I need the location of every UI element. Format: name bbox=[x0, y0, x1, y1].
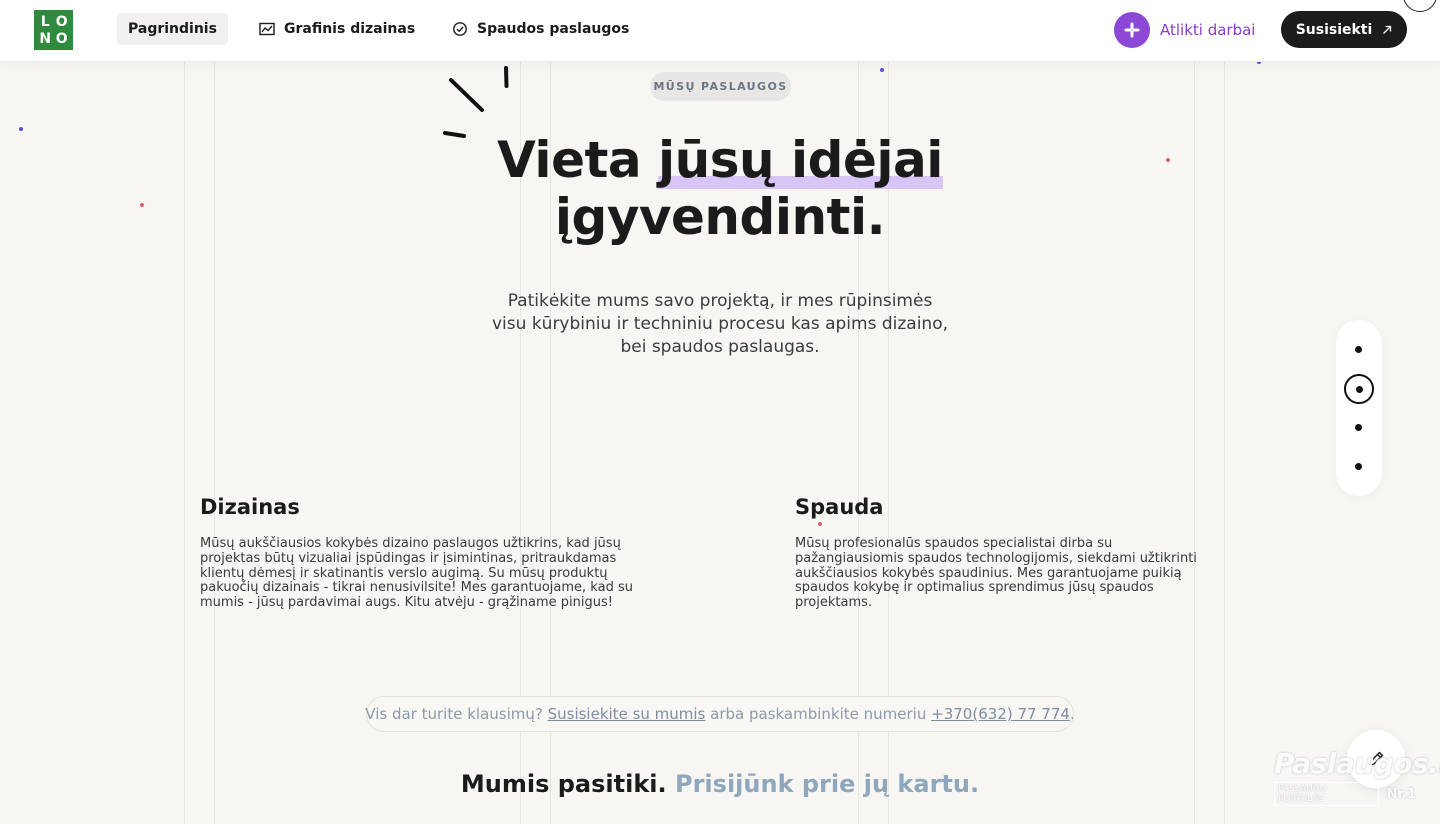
logo-letter: N bbox=[39, 30, 52, 47]
site-header: L O N O Pagrindinis Grafinis dizainas Sp… bbox=[0, 0, 1440, 62]
nav-item-print-services[interactable]: Spaudos paslaugos bbox=[452, 13, 629, 45]
grid-line bbox=[214, 62, 215, 824]
section-badge: MŪSŲ PASLAUGOS bbox=[650, 72, 791, 101]
cta-text: Vis dar turite klausimų? bbox=[365, 705, 548, 723]
trust-heading-part2: Prisijūnk prie jų kartu. bbox=[675, 770, 980, 798]
decor-dot bbox=[880, 68, 884, 72]
trust-heading-part1: Mumis pasitiki. bbox=[460, 770, 667, 798]
check-circle-icon bbox=[453, 22, 467, 36]
watermark-nr: Nr.1 bbox=[1386, 786, 1416, 802]
pager-dot[interactable] bbox=[1355, 424, 1362, 431]
service-text-print: Mūsų profesionalūs spaudos specialistai … bbox=[795, 536, 1197, 611]
slack-icon bbox=[1114, 12, 1150, 48]
logo-letter: O bbox=[55, 13, 68, 30]
decor-dot bbox=[1166, 158, 1170, 162]
grid-line bbox=[1194, 62, 1195, 824]
pager-dot[interactable] bbox=[1355, 463, 1362, 470]
contact-button[interactable]: Susisiekti bbox=[1281, 11, 1407, 48]
grid-line bbox=[1224, 62, 1225, 824]
watermark-sub: PASLAUGŲ PORTALAS bbox=[1274, 782, 1379, 806]
service-title-design: Dizainas bbox=[200, 495, 300, 519]
nav-item-graphic-design[interactable]: Grafinis dizainas bbox=[259, 13, 415, 45]
nav-label: Grafinis dizainas bbox=[284, 21, 416, 37]
service-title-print: Spauda bbox=[795, 495, 884, 519]
trust-heading: Mumis pasitiki. Prisijūnk prie jų kartu. bbox=[0, 770, 1440, 798]
works-label: Atlikti darbai bbox=[1160, 21, 1256, 39]
logo-letter: O bbox=[55, 30, 68, 47]
contact-cta-bar: Vis dar turite klausimų? Susisiekite su … bbox=[365, 696, 1075, 732]
decor-dot bbox=[19, 127, 23, 131]
hero-subtitle: Patikėkite mums savo projektą, ir mes rū… bbox=[492, 291, 948, 357]
nav-label: Pagrindinis bbox=[128, 21, 217, 37]
grid-line bbox=[184, 62, 185, 824]
watermark-main: Paslaugos.lt bbox=[1274, 747, 1440, 780]
nav-item-home[interactable]: Pagrindinis bbox=[117, 13, 228, 45]
chart-icon bbox=[259, 22, 275, 36]
decor-dot bbox=[140, 203, 144, 207]
hero-title-end: įgyvendinti. bbox=[554, 188, 886, 246]
cta-text: arba paskambinkite numeriu bbox=[705, 705, 932, 723]
logo[interactable]: L O N O bbox=[34, 10, 73, 50]
hero-title-start: Vieta bbox=[497, 131, 659, 189]
pager-dot-active[interactable] bbox=[1344, 374, 1374, 404]
works-link[interactable]: Atlikti darbai bbox=[1114, 12, 1255, 48]
service-text-design: Mūsų aukščiausios kokybės dizaino paslau… bbox=[200, 536, 633, 611]
phone-link[interactable]: +370(632) 77 774 bbox=[931, 705, 1070, 723]
watermark: Paslaugos.lt PASLAUGŲ PORTALAS Nr.1 bbox=[1274, 747, 1440, 806]
section-pager bbox=[1336, 320, 1382, 496]
hero-title: Vieta jūsų idėjai įgyvendinti. bbox=[420, 131, 1020, 246]
decor-dot bbox=[818, 522, 822, 526]
nav-label: Spaudos paslaugos bbox=[477, 21, 630, 37]
cta-text: . bbox=[1069, 705, 1075, 723]
hero-title-highlight: jūsų idėjai bbox=[658, 131, 943, 189]
logo-letter: L bbox=[40, 13, 50, 30]
arrow-up-right-icon bbox=[1383, 25, 1392, 34]
corner-circle-button[interactable] bbox=[1403, 0, 1437, 12]
contact-us-link[interactable]: Susisiekite su mumis bbox=[548, 705, 706, 723]
pager-dot[interactable] bbox=[1355, 346, 1362, 353]
contact-label: Susisiekti bbox=[1295, 21, 1373, 38]
